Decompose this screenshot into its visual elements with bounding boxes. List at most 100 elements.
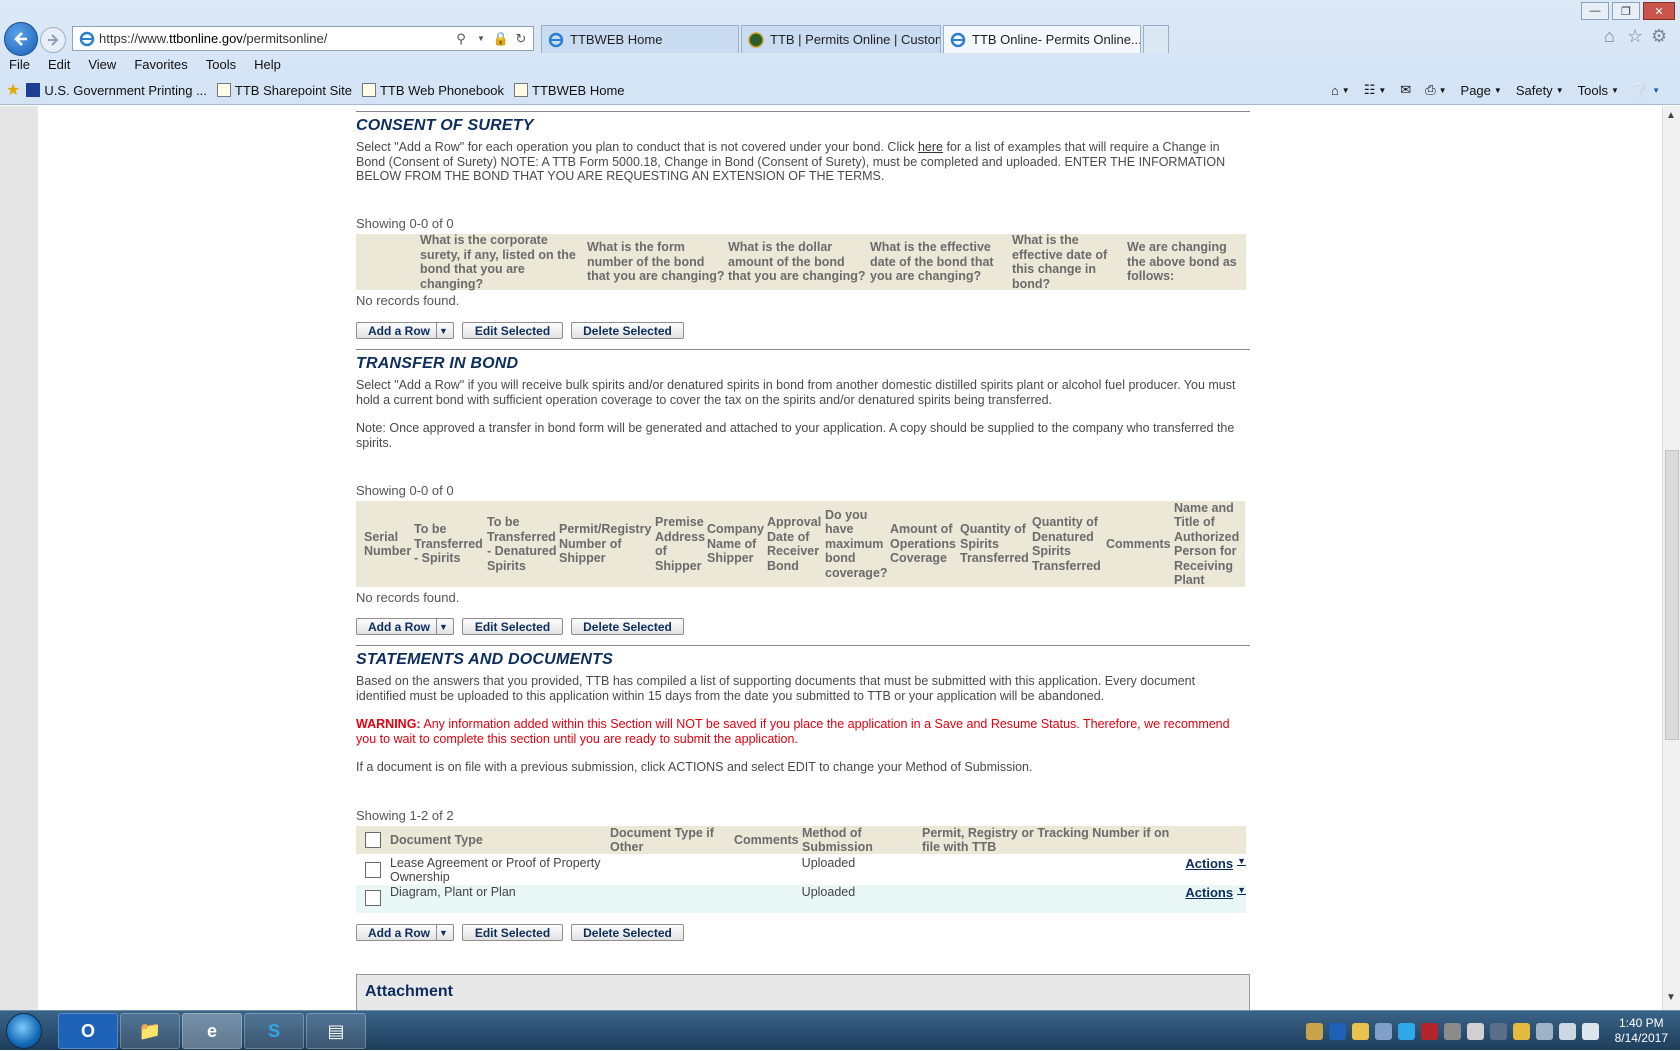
wrench-tray-icon[interactable] [1512,1022,1530,1040]
home-cmd-icon[interactable]: ⌂ ▼ [1331,83,1350,98]
col-approval-date[interactable]: Approval Date of Receiver Bond [767,515,825,573]
edit-selected-button[interactable]: Edit Selected [462,618,563,635]
start-button[interactable] [6,1013,42,1049]
document-taskbar-icon[interactable]: ▤ [306,1013,366,1049]
col-permit-registry-tracking[interactable]: Permit, Registry or Tracking Number if o… [922,826,1186,855]
refresh-icon[interactable]: ↻ [513,31,529,47]
internet-explorer-taskbar-icon[interactable]: e [182,1013,242,1049]
outlook-tray-icon[interactable] [1328,1022,1346,1040]
add-row-button[interactable]: Add a Row ▼ [356,618,454,635]
col-corporate-surety[interactable]: What is the corporate surety, if any, li… [420,233,587,291]
lock-icon[interactable]: 🔒 [493,31,509,47]
feeds-icon[interactable]: ☷ ▼ [1364,82,1387,98]
menu-view[interactable]: View [79,56,125,74]
new-tab-button[interactable] [1143,25,1169,53]
nx-tray-icon[interactable] [1489,1022,1507,1040]
vertical-scrollbar[interactable]: ▲ ▼ [1662,106,1680,1010]
settings-gear-icon[interactable]: ⚙ [1651,26,1667,47]
actions-menu[interactable]: Actions ▼ [1185,885,1246,913]
select-all-checkbox[interactable] [365,832,381,848]
fav-ttbweb[interactable]: TTBWEB Home [514,83,625,98]
clock[interactable]: 1:40 PM 8/14/2017 [1615,1016,1668,1046]
drive-tray-icon[interactable] [1443,1022,1461,1040]
skype-taskbar-icon[interactable]: S [244,1013,304,1049]
mail-tray-icon[interactable] [1305,1022,1323,1040]
menu-help[interactable]: Help [245,56,290,74]
col-change-date[interactable]: What is the effective date of this chang… [1012,233,1127,291]
col-serial-number[interactable]: Serial Number [356,530,414,559]
safety-menu[interactable]: Safety ▼ [1516,83,1564,98]
row-checkbox[interactable] [364,890,381,906]
fav-gpo[interactable]: U.S. Government Printing ... [26,83,207,98]
print-icon[interactable]: ⎙ ▼ [1425,82,1446,98]
col-operations-coverage[interactable]: Amount of Operations Coverage [890,522,960,566]
col-document-type[interactable]: Document Type [390,833,610,848]
forward-button[interactable] [40,27,66,53]
tab-permits-online-custom[interactable]: TTB | Permits Online | Custom... [741,25,941,53]
volume-tray-icon[interactable] [1581,1022,1599,1040]
col-authorized-person[interactable]: Name and Title of Authorized Person for … [1174,501,1244,588]
shield-tray-icon[interactable] [1420,1022,1438,1040]
close-window-button[interactable]: ✕ [1643,2,1675,20]
favorites-star-icon[interactable]: ☆ [1627,26,1643,47]
search-icon[interactable]: ⚲ [453,31,469,47]
scroll-thumb[interactable] [1665,450,1679,740]
menu-edit[interactable]: Edit [39,56,79,74]
page-menu[interactable]: Page ▼ [1461,83,1502,98]
menu-file[interactable]: File [0,56,39,74]
edit-selected-button[interactable]: Edit Selected [462,322,563,339]
address-text[interactable]: https://www.ttbonline.gov/permitsonline/ [99,31,453,46]
delete-selected-button[interactable]: Delete Selected [571,924,684,941]
favorites-star-icon[interactable]: ★ [6,80,20,100]
col-dollar-amount[interactable]: What is the dollar amount of the bond th… [728,240,870,284]
help-icon[interactable]: ❔ ▼ [1633,82,1660,98]
sync-tray-icon[interactable] [1466,1022,1484,1040]
col-premise-address[interactable]: Premise Address of Shipper [655,515,707,573]
col-quantity-denatured[interactable]: Quantity of Denatured Spirits Transferre… [1032,515,1106,573]
scroll-down-icon[interactable]: ▼ [1666,992,1676,1003]
menu-tools[interactable]: Tools [197,56,245,74]
network-tray-icon[interactable] [1535,1022,1553,1040]
minimize-button[interactable]: — [1581,2,1609,20]
col-effective-date[interactable]: What is the effective date of the bond t… [870,240,1012,284]
mail-icon[interactable]: ✉ [1400,82,1411,98]
fav-phonebook[interactable]: TTB Web Phonebook [361,83,504,98]
col-method-of-submission[interactable]: Method of Submission [802,826,922,855]
col-document-type-other[interactable]: Document Type if Other [610,826,734,855]
col-changing-as-follows[interactable]: We are changing the above bond as follow… [1127,240,1237,284]
col-transferred-spirits[interactable]: To be Transferred - Spirits [414,522,487,566]
col-comments[interactable]: Comments [734,833,802,848]
chevron-down-icon[interactable]: ▼ [436,925,450,940]
delete-selected-button[interactable]: Delete Selected [571,322,684,339]
col-form-number[interactable]: What is the form number of the bond that… [587,240,728,284]
col-permit-registry[interactable]: Permit/Registry Number of Shipper [559,522,655,566]
table-row[interactable]: Lease Agreement or Proof of Property Own… [356,856,1246,884]
restore-button[interactable]: ❐ [1612,2,1640,20]
col-transferred-denatured[interactable]: To be Transferred - Denatured Spirits [487,515,559,573]
col-max-bond-coverage[interactable]: Do you have maximum bond coverage? [825,508,890,581]
add-row-button[interactable]: Add a Row ▼ [356,924,454,941]
tab-permits-online-active[interactable]: TTB Online- Permits Online... ✕ [943,25,1141,53]
skype-tray-icon[interactable] [1397,1022,1415,1040]
scroll-up-icon[interactable]: ▲ [1666,110,1676,121]
people-tray-icon[interactable] [1374,1022,1392,1040]
chevron-down-icon[interactable]: ▼ [436,323,450,338]
here-link[interactable]: here [918,140,943,154]
flag-tray-icon[interactable] [1558,1022,1576,1040]
menu-favorites[interactable]: Favorites [125,56,196,74]
col-company-name[interactable]: Company Name of Shipper [707,522,767,566]
tools-menu[interactable]: Tools ▼ [1578,83,1619,98]
col-quantity-spirits[interactable]: Quantity of Spirits Transferred [960,522,1032,566]
delete-selected-button[interactable]: Delete Selected [571,618,684,635]
explorer-folder-icon[interactable]: 📁 [120,1013,180,1049]
dropdown-icon[interactable]: ▼ [473,31,489,47]
tab-ttbweb-home[interactable]: TTBWEB Home [541,25,739,53]
table-row[interactable]: Diagram, Plant or Plan Uploaded Actions ▼ [356,885,1246,913]
back-button[interactable] [4,22,38,56]
add-row-button[interactable]: Add a Row ▼ [356,322,454,339]
address-bar[interactable]: https://www.ttbonline.gov/permitsonline/… [72,26,534,51]
col-comments[interactable]: Comments [1106,537,1174,552]
outlook-taskbar-icon[interactable]: O [58,1013,118,1049]
actions-menu[interactable]: Actions ▼ [1185,856,1246,884]
edit-selected-button[interactable]: Edit Selected [462,924,563,941]
